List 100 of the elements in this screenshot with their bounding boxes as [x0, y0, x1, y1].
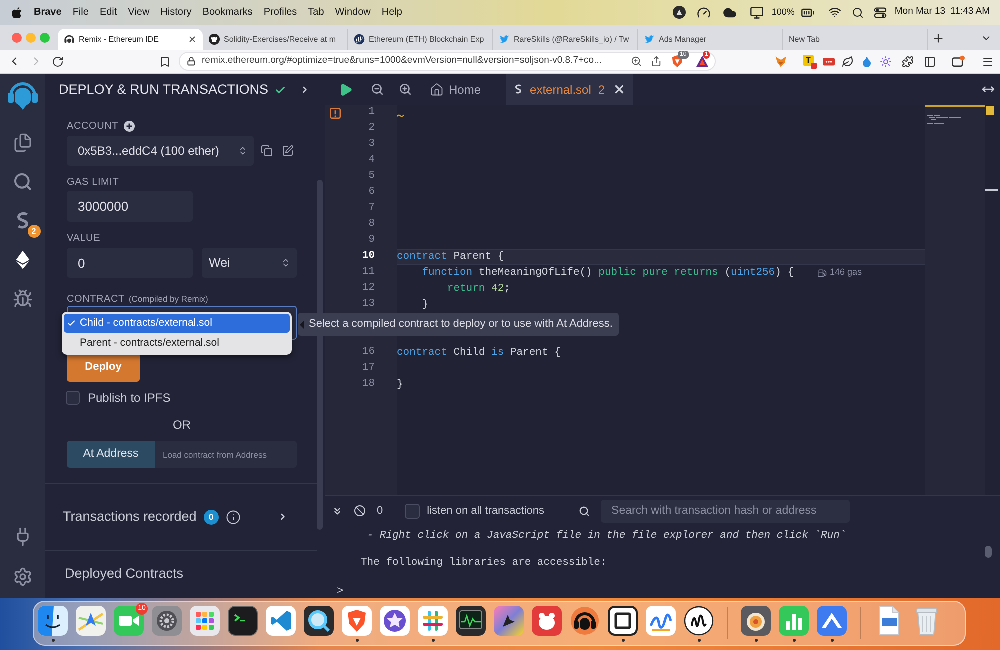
- edit-icon[interactable]: [282, 145, 294, 157]
- menu-item[interactable]: View: [128, 5, 150, 20]
- chevron-right-icon[interactable]: [278, 512, 288, 522]
- menu-item[interactable]: History: [160, 5, 192, 20]
- checkbox[interactable]: [66, 391, 80, 405]
- bug-icon[interactable]: [12, 289, 32, 309]
- close-icon[interactable]: [613, 83, 626, 96]
- at-address-button[interactable]: At Address: [67, 441, 155, 468]
- value-input[interactable]: 0: [67, 248, 193, 278]
- terminal-tile-icon[interactable]: [228, 606, 258, 636]
- sidebar-icon[interactable]: [924, 56, 936, 68]
- time-text[interactable]: 11:43 AM: [950, 5, 990, 20]
- app-menu[interactable]: Brave: [34, 5, 62, 20]
- browser-tab[interactable]: Remix - Ethereum IDE: [58, 29, 203, 50]
- menu-item[interactable]: Profiles: [264, 5, 298, 20]
- warning-marker-icon[interactable]: [986, 106, 994, 115]
- gauge-icon[interactable]: [696, 6, 711, 20]
- headset-icon: [64, 34, 75, 45]
- ban-icon[interactable]: [354, 505, 366, 517]
- gas-limit-input[interactable]: 3000000: [67, 191, 193, 222]
- mountain-tile-icon[interactable]: [817, 606, 847, 636]
- smiling-face-tile-icon[interactable]: [38, 606, 68, 636]
- zoom-out-icon[interactable]: [371, 83, 384, 96]
- line-chart-tile-icon[interactable]: [456, 606, 486, 636]
- code-line: contract Child is Parent {: [397, 346, 561, 361]
- menu-item[interactable]: Bookmarks: [202, 5, 253, 20]
- app-grid-tile-icon[interactable]: [190, 606, 220, 636]
- line-number: 5: [368, 169, 375, 184]
- zoom-in-icon[interactable]: [399, 83, 412, 96]
- plus-circle-icon[interactable]: [124, 120, 135, 132]
- scrollbar[interactable]: [985, 546, 992, 558]
- new-tab-icon[interactable]: [932, 32, 945, 45]
- leaf-icon[interactable]: [842, 56, 854, 68]
- line-number: 13: [362, 297, 375, 312]
- account-select[interactable]: 0x5B3...eddC4 (100 ether): [67, 136, 254, 166]
- magnifier-tile-icon[interactable]: [304, 606, 334, 636]
- dropdown-option[interactable]: Child - contracts/external.sol: [64, 314, 290, 333]
- share-icon[interactable]: [651, 56, 662, 67]
- menu-item[interactable]: File: [72, 5, 89, 20]
- headset-tile-icon[interactable]: [570, 606, 600, 636]
- double-chevron-down-icon[interactable]: [332, 506, 343, 516]
- search-icon[interactable]: [852, 6, 864, 18]
- fox-head-icon[interactable]: [775, 56, 787, 68]
- apple-logo-icon[interactable]: [12, 6, 23, 18]
- chevron-right-icon[interactable]: [300, 85, 310, 95]
- copy-icon[interactable]: [261, 145, 273, 157]
- zoom-icon[interactable]: [631, 56, 642, 67]
- bear-head-tile-icon[interactable]: [532, 606, 562, 636]
- date-text[interactable]: Mon Mar 13: [894, 5, 946, 20]
- cube-tile-icon[interactable]: [608, 606, 638, 636]
- dish-tile-icon[interactable]: [741, 606, 771, 636]
- reload-icon[interactable]: [52, 56, 64, 68]
- transaction-search-field[interactable]: Search with transaction hash or address: [600, 500, 850, 522]
- arrow-tile-icon[interactable]: [494, 606, 524, 636]
- close-tab-icon[interactable]: [188, 35, 197, 44]
- terminal-prompt[interactable]: >: [337, 586, 344, 598]
- bookmark-icon[interactable]: [159, 56, 171, 68]
- scribble-tile-icon[interactable]: [646, 606, 676, 636]
- bird-icon: [499, 34, 510, 45]
- puzzle-icon[interactable]: [902, 56, 914, 68]
- dropdown-option[interactable]: Parent - contracts/external.sol: [64, 334, 290, 353]
- map-tile-icon[interactable]: [76, 606, 106, 636]
- wave-circle-icon[interactable]: [684, 606, 714, 636]
- bar-chart-tile-icon[interactable]: [779, 606, 809, 636]
- display-icon[interactable]: [750, 6, 764, 20]
- info-icon[interactable]: [226, 510, 241, 524]
- run-icon[interactable]: [339, 82, 353, 96]
- files-icon[interactable]: [12, 133, 32, 153]
- menu-icon[interactable]: [982, 56, 994, 68]
- menu-item[interactable]: Tab: [308, 5, 324, 20]
- menu-item[interactable]: Window: [335, 5, 371, 20]
- settings-icon[interactable]: [12, 567, 32, 587]
- warning-icon[interactable]: [330, 108, 341, 118]
- menu-item[interactable]: Edit: [100, 5, 118, 20]
- toggles-icon[interactable]: [874, 6, 887, 18]
- hash-tile-icon[interactable]: [418, 606, 448, 636]
- gas-hint: 146 gas: [830, 266, 862, 280]
- extension-tile[interactable]: T: [803, 55, 814, 66]
- wallet-icon[interactable]: [952, 55, 965, 68]
- line-number: 3: [368, 137, 375, 152]
- ribbon-tile-icon[interactable]: [266, 606, 296, 636]
- checkbox[interactable]: [405, 504, 420, 518]
- gear-tile-icon[interactable]: [152, 606, 182, 636]
- shield-tile-icon[interactable]: [342, 606, 372, 636]
- search-icon[interactable]: [578, 506, 590, 516]
- star-tile-icon[interactable]: [380, 606, 410, 636]
- address-input[interactable]: Load contract from Address: [155, 441, 297, 468]
- drop-icon[interactable]: [861, 56, 873, 68]
- video-camera-tile-icon[interactable]: [114, 606, 144, 636]
- field-label: ACCOUNT: [67, 120, 119, 134]
- label-icon[interactable]: [823, 56, 835, 68]
- unit-select[interactable]: Wei: [202, 248, 297, 278]
- position-marker-icon: [985, 189, 998, 191]
- field-note: (Compiled by Remix): [128, 292, 208, 306]
- file-tab[interactable]: external.sol 2: [506, 74, 634, 105]
- cloud-icon[interactable]: [722, 6, 737, 20]
- sun-icon[interactable]: [880, 56, 892, 68]
- code-line: return 42;: [446, 282, 510, 297]
- menu-item[interactable]: Help: [382, 5, 402, 20]
- round-logo-icon[interactable]: [672, 6, 686, 19]
